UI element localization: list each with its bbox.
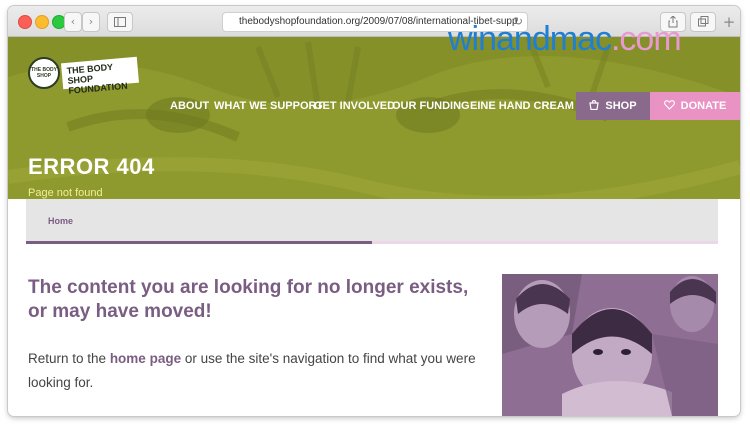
sidebar-icon (114, 17, 126, 27)
breadcrumb-home[interactable]: Home (48, 216, 73, 226)
shop-label: SHOP (605, 100, 637, 112)
chevron-right-icon: › (88, 15, 94, 28)
nav-what-we-support[interactable]: WHAT WE SUPPORT (214, 100, 323, 112)
children-illustration (502, 274, 718, 416)
minimize-window-button[interactable] (35, 15, 49, 29)
back-button[interactable]: ‹ (64, 12, 82, 32)
forward-button[interactable]: › (82, 12, 100, 32)
chevron-left-icon: ‹ (70, 15, 76, 28)
content-heading: The content you are looking for no longe… (28, 277, 469, 322)
nav-our-funding[interactable]: OUR FUNDING (392, 100, 470, 112)
hero-banner: THE BODY SHOP THE BODY SHOP FOUNDATION A… (8, 37, 740, 199)
logo-circle: THE BODY SHOP (28, 57, 60, 89)
body-text-before: Return to the (28, 351, 110, 366)
shopping-bag-icon (589, 99, 600, 111)
breadcrumb: Home (26, 199, 718, 241)
watermark-part-2: .com (610, 20, 682, 58)
watermark: winandmac.com (448, 20, 682, 59)
watermark-part-1: winandmac (448, 20, 612, 58)
logo-plate: THE BODY SHOP FOUNDATION (61, 56, 139, 96)
tabs-overview-button[interactable] (690, 12, 716, 32)
page-subtitle: Page not found (28, 187, 103, 199)
donate-label: DONATE (680, 100, 727, 112)
nav-get-involved[interactable]: GET INVOLVED (314, 100, 395, 112)
page-title: ERROR 404 (28, 154, 155, 179)
close-window-button[interactable] (18, 15, 32, 29)
heart-icon (663, 100, 675, 110)
browser-window: ‹ › thebodyshopfoundation.org/2009/07/08… (8, 6, 740, 416)
donate-button[interactable]: DONATE (650, 92, 740, 120)
nav-about[interactable]: ABOUT (170, 100, 209, 112)
nav-eine-hand-cream[interactable]: EINE HAND CREAM (470, 100, 574, 112)
new-tab-button[interactable]: + (720, 13, 738, 31)
shop-button[interactable]: SHOP (576, 92, 650, 120)
tabs-icon (697, 16, 708, 27)
children-photo (502, 274, 718, 416)
breadcrumb-progress-fill (26, 241, 372, 244)
home-page-link[interactable]: home page (110, 351, 181, 366)
content-body: Return to the home page or use the site'… (28, 347, 488, 395)
sidebar-button[interactable] (107, 12, 133, 32)
breadcrumb-progress-track (26, 241, 718, 244)
